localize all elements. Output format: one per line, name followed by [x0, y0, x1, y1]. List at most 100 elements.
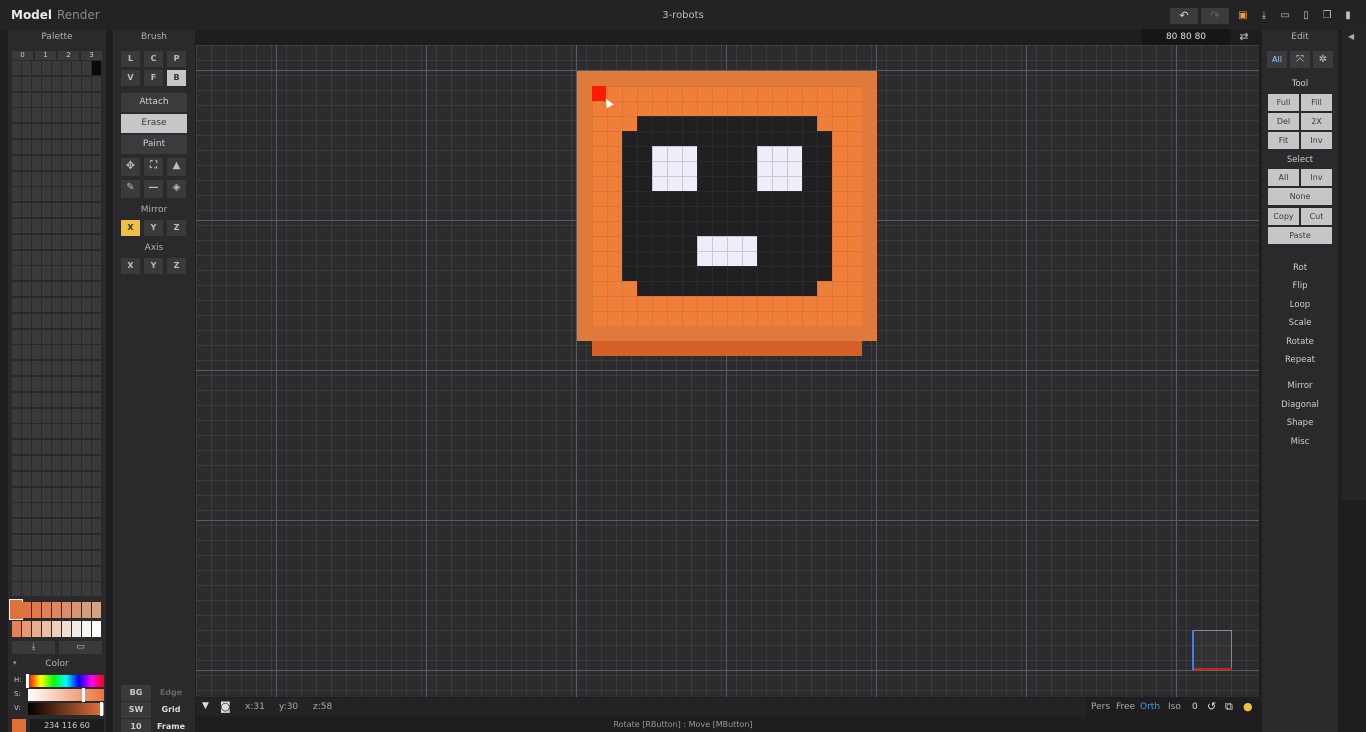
palette-cell[interactable] [82, 424, 91, 439]
brush-v-button[interactable]: V [121, 70, 140, 86]
palette-swatch[interactable] [22, 621, 31, 637]
palette-cell[interactable] [42, 61, 51, 75]
palette-cell[interactable] [42, 535, 51, 549]
palette-cell[interactable] [52, 582, 61, 597]
palette-cell[interactable] [42, 582, 51, 597]
palette-cell[interactable] [92, 582, 101, 597]
reset-view-icon[interactable]: ↺ [1207, 700, 1216, 713]
palette-cell[interactable] [82, 471, 91, 486]
palette-cell[interactable] [72, 266, 81, 281]
palette-cell[interactable] [82, 456, 91, 470]
palette-cell[interactable] [62, 155, 71, 170]
palette-cell[interactable] [52, 361, 61, 376]
rotate-menu-item[interactable]: Rotate [1262, 337, 1338, 347]
palette-cell[interactable] [42, 519, 51, 534]
palette-cell[interactable] [32, 456, 41, 470]
palette-cell[interactable] [12, 440, 21, 455]
palette-cell[interactable] [22, 124, 31, 139]
palette-cell[interactable] [92, 361, 101, 376]
palette-cell[interactable] [22, 456, 31, 470]
palette-swatch[interactable] [32, 621, 41, 637]
palette-swatch[interactable] [52, 602, 61, 618]
palette-cell[interactable] [42, 313, 51, 328]
palette-cell[interactable] [62, 440, 71, 455]
palette-cell[interactable] [52, 76, 61, 91]
palette-cell[interactable] [92, 329, 101, 344]
palette-cell[interactable] [92, 108, 101, 123]
palette-cell[interactable] [92, 171, 101, 186]
palette-swatch[interactable] [72, 621, 81, 637]
palette-cell[interactable] [52, 108, 61, 123]
palette-cell[interactable] [12, 329, 21, 344]
palette-cell[interactable] [12, 140, 21, 154]
palette-cell[interactable] [32, 408, 41, 423]
copy-file-icon[interactable]: ❐ [1320, 9, 1334, 23]
palette-cell[interactable] [12, 424, 21, 439]
palette-swatch[interactable] [82, 621, 91, 637]
palette-cell[interactable] [32, 377, 41, 391]
palette-cell[interactable] [32, 298, 41, 312]
palette-cell[interactable] [82, 155, 91, 170]
filter-expand-button[interactable]: ⤧ [1290, 51, 1310, 68]
palette-cell[interactable] [22, 282, 31, 297]
palette-cell[interactable] [82, 203, 91, 218]
palette-cell[interactable] [12, 250, 21, 265]
filter-all-button[interactable]: All [1267, 51, 1287, 68]
palette-cell[interactable] [72, 424, 81, 439]
palette-cell[interactable] [22, 471, 31, 486]
palette-cell[interactable] [52, 171, 61, 186]
diagonal-menu-item[interactable]: Diagonal [1262, 400, 1338, 410]
palette-cell[interactable] [92, 203, 101, 218]
select-box-tool-button[interactable]: ⛶ [144, 158, 163, 176]
palette-cell[interactable] [62, 61, 71, 75]
undo-button[interactable]: ↶ [1170, 8, 1198, 24]
erase-button[interactable]: Erase [121, 114, 187, 133]
palette-cell[interactable] [32, 519, 41, 534]
palette-cell[interactable] [62, 187, 71, 202]
palette-cell[interactable] [62, 424, 71, 439]
palette-cell[interactable] [22, 61, 31, 75]
palette-cell[interactable] [42, 392, 51, 407]
palette-cell[interactable] [52, 203, 61, 218]
paint-button[interactable]: Paint [121, 135, 187, 154]
palette-cell[interactable] [42, 550, 51, 565]
palette-cell[interactable] [42, 155, 51, 170]
palette-cell[interactable] [22, 203, 31, 218]
palette-cell[interactable] [32, 266, 41, 281]
palette-cell[interactable] [12, 61, 21, 75]
palette-cell[interactable] [32, 392, 41, 407]
view-free-button[interactable]: Free [1116, 702, 1135, 712]
view-orth-button[interactable]: Orth [1140, 702, 1160, 712]
palette-cell[interactable] [42, 361, 51, 376]
palette-cell[interactable] [62, 456, 71, 470]
palette-cell[interactable] [82, 61, 91, 75]
palette-cell[interactable] [22, 219, 31, 233]
palette-cell[interactable] [72, 329, 81, 344]
palette-cell[interactable] [82, 124, 91, 139]
palette-cell[interactable] [92, 535, 101, 549]
palette-cell[interactable] [82, 408, 91, 423]
palette-cell[interactable] [82, 234, 91, 249]
palette-cell[interactable] [62, 108, 71, 123]
palette-cell[interactable] [62, 92, 71, 107]
palette-cell[interactable] [72, 566, 81, 581]
palette-cell[interactable] [92, 440, 101, 455]
palette-cell[interactable] [62, 266, 71, 281]
open-palette-button[interactable]: ▭ [59, 641, 102, 654]
palette-cell[interactable] [12, 124, 21, 139]
palette-cell[interactable] [12, 76, 21, 91]
palette-cell[interactable] [12, 377, 21, 391]
palette-cell[interactable] [32, 282, 41, 297]
palette-cell[interactable] [82, 440, 91, 455]
eyedropper-tool-button[interactable]: ✎ [121, 180, 140, 198]
palette-cell[interactable] [72, 155, 81, 170]
dropdown-arrow-icon[interactable]: ▼ [202, 701, 209, 711]
palette-swatch[interactable] [32, 602, 41, 618]
palette-cell[interactable] [82, 582, 91, 597]
grid-toggle[interactable]: Grid [155, 702, 187, 718]
palette-cell[interactable] [32, 171, 41, 186]
palette-cell[interactable] [32, 313, 41, 328]
palette-cell[interactable] [52, 92, 61, 107]
fill-tool-button[interactable]: ◈ [167, 180, 186, 198]
palette-cell[interactable] [82, 519, 91, 534]
